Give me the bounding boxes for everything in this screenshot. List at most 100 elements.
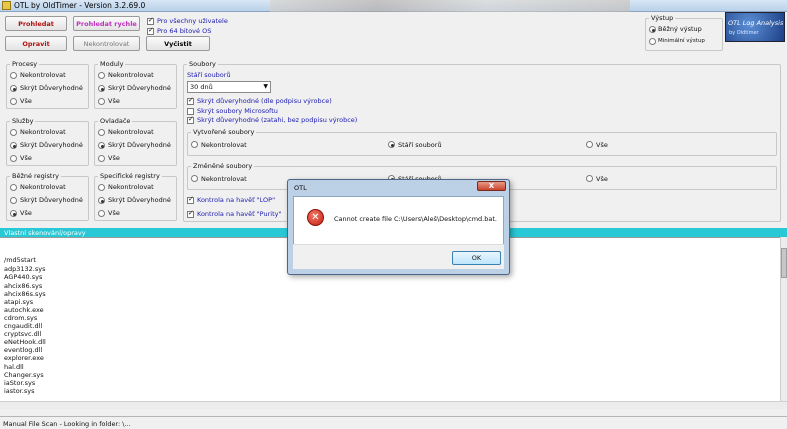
clean-button[interactable]: Vyčistit <box>146 36 210 51</box>
custom-scan-line: ahcix86.sys <box>4 282 43 290</box>
modified-option-2: Vše <box>596 175 608 183</box>
title-bar-background <box>270 0 630 12</box>
file-age-value: 30 dnů <box>190 83 213 91</box>
custom-scan-line: autochk.exe <box>4 306 44 314</box>
drivers-option-1: Skrýt Důveryhodné <box>108 141 171 149</box>
dialog-message: Cannot create file C:\Users\Aleš\Desktop… <box>334 215 497 223</box>
ext-registry-option-0: Nekontrolovat <box>108 183 154 191</box>
services-radio-2[interactable] <box>10 155 17 162</box>
modified-radio-0[interactable] <box>191 175 198 182</box>
modified-files-title: Změněné soubory <box>191 162 255 170</box>
modules-radio-0[interactable] <box>98 72 105 79</box>
x64-label: Pro 64 bitové OS <box>157 27 212 35</box>
processes-radio-0[interactable] <box>10 72 17 79</box>
custom-scan-line: iaStor.sys <box>4 379 36 387</box>
all-users-checkbox[interactable] <box>147 16 154 25</box>
no-check-button[interactable]: Nekontrolovat <box>73 36 140 51</box>
custom-scan-line: eNetHook.dll <box>4 338 46 346</box>
hide-trusted-unsigned-checkbox[interactable] <box>187 115 194 124</box>
close-icon[interactable]: X <box>477 181 506 191</box>
modified-option-0: Nekontrolovat <box>201 175 247 183</box>
purity-checkbox[interactable] <box>187 209 194 218</box>
created-radio-1[interactable] <box>388 141 395 148</box>
output-normal-label: Běžný výstup <box>658 25 702 33</box>
lop-checkbox[interactable] <box>187 195 194 204</box>
custom-scan-title: Vlastní skenování/opravy <box>4 229 86 237</box>
processes-radio-1[interactable] <box>10 85 17 92</box>
services-option-0: Nekontrolovat <box>20 128 66 136</box>
modules-option-2: Vše <box>108 97 120 105</box>
custom-scan-line: iastor.sys <box>4 387 35 395</box>
hide-microsoft-label: Skrýt soubory Microsoftu <box>197 107 278 115</box>
custom-scan-line: atapi.sys <box>4 298 34 306</box>
hide-microsoft-checkbox[interactable] <box>187 108 194 115</box>
modules-radio-1[interactable] <box>98 85 105 92</box>
std-registry-radio-1[interactable] <box>10 197 17 204</box>
file-age-select[interactable]: 30 dnů ▼ <box>187 81 271 93</box>
output-minimal-radio[interactable] <box>649 38 656 45</box>
services-option-2: Vše <box>20 154 32 162</box>
vertical-scrollbar[interactable] <box>780 237 787 401</box>
logo-title: OTL Log Analysis <box>728 19 784 27</box>
created-option-0: Nekontrolovat <box>201 141 247 149</box>
custom-scan-line: cryptsvc.dll <box>4 330 42 338</box>
drivers-radio-0[interactable] <box>98 129 105 136</box>
drivers-radio-2[interactable] <box>98 155 105 162</box>
lop-label: Kontrola na havěť "LOP" <box>197 196 276 204</box>
vertical-scrollbar-thumb[interactable] <box>781 248 787 278</box>
modules-option-1: Skrýt Důveryhodné <box>108 84 171 92</box>
created-files-group: Vytvořené soubory Nekontrolovat Stáří so… <box>187 128 777 156</box>
ok-button[interactable]: OK <box>452 251 501 265</box>
created-radio-0[interactable] <box>191 141 198 148</box>
ext-registry-radio-2[interactable] <box>98 210 105 217</box>
status-text: Manual File Scan - Looking in folder: \.… <box>3 420 131 428</box>
ext-registry-radio-1[interactable] <box>98 197 105 204</box>
services-radio-0[interactable] <box>10 129 17 136</box>
quick-scan-button[interactable]: Prohledat rychle <box>73 16 140 31</box>
ext-registry-title: Specifické registry <box>98 172 162 180</box>
custom-scan-line: cdrom.sys <box>4 314 38 322</box>
custom-scan-line: ahcix86s.sys <box>4 290 46 298</box>
processes-radio-2[interactable] <box>10 98 17 105</box>
files-title: Soubory <box>187 60 218 68</box>
title-bar: OTL by OldTimer - Version 3.2.69.0 <box>0 0 787 12</box>
scan-button[interactable]: Prohledat <box>5 16 67 31</box>
status-bar: Manual File Scan - Looking in folder: \.… <box>0 416 787 429</box>
output-title: Výstup <box>649 14 676 22</box>
created-radio-2[interactable] <box>586 141 593 148</box>
custom-scan-line: explorer.exe <box>4 354 44 362</box>
std-registry-radio-2[interactable] <box>10 210 17 217</box>
x64-checkbox[interactable] <box>147 26 154 35</box>
std-registry-title: Běžné registry <box>10 172 61 180</box>
error-dialog: OTL X ✕ Cannot create file C:\Users\Aleš… <box>287 179 510 275</box>
drivers-title: Ovladače <box>98 117 133 125</box>
hide-trusted-checkbox[interactable] <box>187 96 194 105</box>
custom-scan-line: /md5start <box>4 256 36 264</box>
output-group: Výstup Běžný výstup Minimální výstup <box>645 14 723 51</box>
std-registry-group: Běžné registry Nekontrolovat Skrýt Důver… <box>6 172 89 221</box>
processes-group: Procesy Nekontrolovat Skrýt Důveryhodné … <box>6 60 89 109</box>
horizontal-scrollbar[interactable] <box>0 401 787 409</box>
std-registry-radio-0[interactable] <box>10 184 17 191</box>
dialog-title: OTL <box>294 184 307 192</box>
modules-group: Moduly Nekontrolovat Skrýt Důveryhodné V… <box>94 60 177 109</box>
modules-option-0: Nekontrolovat <box>108 71 154 79</box>
drivers-radio-1[interactable] <box>98 142 105 149</box>
output-normal-radio[interactable] <box>649 26 656 33</box>
custom-scan-line: adp3132.sys <box>4 265 46 273</box>
ext-registry-option-2: Vše <box>108 209 120 217</box>
ext-registry-group: Specifické registry Nekontrolovat Skrýt … <box>94 172 177 221</box>
ext-registry-radio-0[interactable] <box>98 184 105 191</box>
created-files-title: Vytvořené soubory <box>191 128 257 136</box>
modules-title: Moduly <box>98 60 126 68</box>
output-minimal-label: Minimální výstup <box>658 38 705 44</box>
drivers-option-0: Nekontrolovat <box>108 128 154 136</box>
processes-option-2: Vše <box>20 97 32 105</box>
modified-radio-2[interactable] <box>586 175 593 182</box>
modules-radio-2[interactable] <box>98 98 105 105</box>
services-title: Služby <box>10 117 36 125</box>
created-option-2: Vše <box>596 141 608 149</box>
services-radio-1[interactable] <box>10 142 17 149</box>
created-option-1: Stáří souborů <box>398 141 442 149</box>
fix-button[interactable]: Opravit <box>5 36 67 51</box>
